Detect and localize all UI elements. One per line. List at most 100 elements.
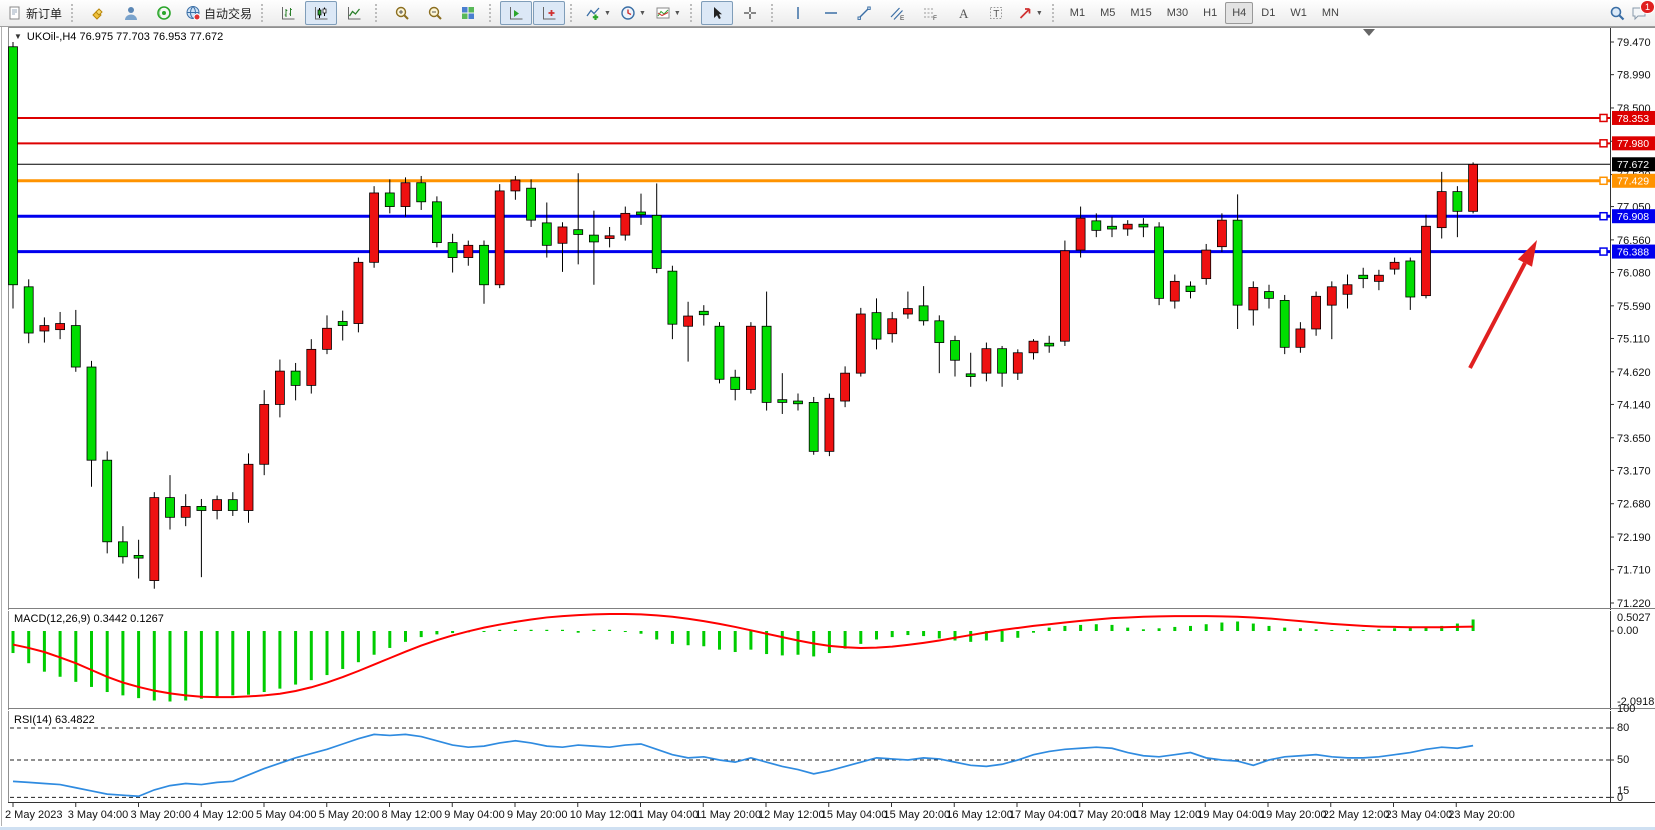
labelt-icon: T	[988, 5, 1004, 21]
toolbar-separator	[261, 4, 267, 22]
tile-windows-button[interactable]	[452, 1, 484, 25]
timeframe-button-w1[interactable]: W1	[1283, 2, 1314, 24]
chat-button[interactable]: 1	[1631, 5, 1647, 21]
svg-text:100: 100	[1617, 703, 1635, 715]
linechart-icon	[346, 5, 362, 21]
fibonacci-button[interactable]: F	[914, 1, 946, 25]
auto-scroll-button[interactable]	[500, 1, 532, 25]
svg-text:8 May 12:00: 8 May 12:00	[382, 809, 443, 821]
market-button[interactable]	[82, 1, 114, 25]
hline-marker[interactable]	[1600, 140, 1607, 147]
svg-text:18 May 12:00: 18 May 12:00	[1135, 809, 1202, 821]
toolbar: 新订单 自动交易 ▼ ▼ ▼ EFA T ▼ M1M5M15M30H1H4D1W1MN 1	[0, 0, 1655, 27]
timeframe-button-h4[interactable]: H4	[1225, 2, 1253, 24]
svg-text:23 May 04:00: 23 May 04:00	[1386, 809, 1453, 821]
gold-icon	[90, 5, 106, 21]
arrows-button[interactable]: ▼	[1013, 1, 1047, 25]
clock-icon	[620, 5, 636, 21]
svg-text:19 May 04:00: 19 May 04:00	[1197, 809, 1264, 821]
crosshair-icon	[742, 5, 758, 21]
profile-button[interactable]	[115, 1, 147, 25]
zoom-in-button[interactable]	[386, 1, 418, 25]
svg-text:15 May 20:00: 15 May 20:00	[884, 809, 951, 821]
label-button[interactable]: T	[980, 1, 1012, 25]
templates-button[interactable]: ▼	[651, 1, 685, 25]
svg-text:11 May 20:00: 11 May 20:00	[695, 809, 761, 821]
svg-text:T: T	[993, 9, 999, 20]
trendline-icon	[856, 5, 872, 21]
timeframe-button-m15[interactable]: M15	[1123, 2, 1158, 24]
text-button[interactable]: A	[947, 1, 979, 25]
svg-text:17 May 20:00: 17 May 20:00	[1072, 809, 1139, 821]
timeframe-button-h1[interactable]: H1	[1196, 2, 1224, 24]
autotrading-button[interactable]: 自动交易	[181, 1, 256, 25]
chevron-down-icon[interactable]: ▼	[604, 10, 611, 17]
chartshift-icon	[541, 5, 557, 21]
symbol-ohlc-text: UKOil-,H4 76.975 77.703 76.953 77.672	[27, 31, 223, 43]
zoomout-icon	[427, 5, 443, 21]
svg-text:16 May 12:00: 16 May 12:00	[946, 809, 1013, 821]
svg-text:77.980: 77.980	[1617, 138, 1649, 150]
svg-text:74.140: 74.140	[1617, 399, 1651, 411]
hline-icon	[823, 5, 839, 21]
vline-button[interactable]	[782, 1, 814, 25]
macd-label: MACD(12,26,9) 0.3442 0.1267	[14, 613, 164, 625]
shapes-icon	[1017, 5, 1033, 21]
hline-marker[interactable]	[1600, 177, 1607, 184]
timeframe-button-m5[interactable]: M5	[1093, 2, 1122, 24]
svg-text:76.388: 76.388	[1617, 246, 1649, 258]
toolbar-separator	[690, 4, 696, 22]
cursor-icon	[709, 5, 725, 21]
hline-button[interactable]	[815, 1, 847, 25]
signals-button[interactable]	[148, 1, 180, 25]
chevron-down-icon[interactable]: ▼	[639, 10, 646, 17]
globe-icon	[185, 5, 201, 21]
toolbar-separator	[71, 4, 77, 22]
cursor-button[interactable]	[701, 1, 733, 25]
hline-marker[interactable]	[1600, 114, 1607, 121]
svg-text:17 May 04:00: 17 May 04:00	[1009, 809, 1076, 821]
candlestick-button[interactable]	[305, 1, 337, 25]
bars-icon	[280, 5, 296, 21]
chart-canvas[interactable]: 79.47078.99078.50078.01077.52077.05076.5…	[0, 0, 1655, 830]
svg-text:50: 50	[1617, 754, 1629, 766]
channel-button[interactable]: E	[881, 1, 913, 25]
timeframe-button-mn[interactable]: MN	[1315, 2, 1346, 24]
indicators-button[interactable]: ▼	[581, 1, 615, 25]
chevron-down-icon[interactable]: ▼	[1036, 10, 1043, 17]
timeframe-button-d1[interactable]: D1	[1254, 2, 1282, 24]
chart-shift-button[interactable]	[533, 1, 565, 25]
svg-text:3 May 20:00: 3 May 20:00	[131, 809, 192, 821]
neworder-icon	[7, 5, 23, 21]
timeframe-button-m30[interactable]: M30	[1160, 2, 1195, 24]
new-order-button[interactable]: 新订单	[3, 1, 66, 25]
search-icon	[1609, 5, 1625, 21]
chart-expander-icon[interactable]: ▼	[14, 32, 22, 41]
search-button[interactable]	[1609, 5, 1625, 21]
svg-text:75.590: 75.590	[1617, 301, 1651, 313]
crosshair-button[interactable]	[734, 1, 766, 25]
line-chart-button[interactable]	[338, 1, 370, 25]
indicator-icon	[585, 5, 601, 21]
hline-marker[interactable]	[1600, 213, 1607, 220]
svg-text:9 May 04:00: 9 May 04:00	[444, 809, 505, 821]
svg-text:0: 0	[1617, 792, 1623, 804]
timeframe-button-m1[interactable]: M1	[1063, 2, 1092, 24]
svg-text:77.672: 77.672	[1617, 159, 1649, 171]
template-icon	[655, 5, 671, 21]
trendline-button[interactable]	[848, 1, 880, 25]
texta-icon: A	[955, 5, 971, 21]
toolbar-separator	[375, 4, 381, 22]
svg-text:73.650: 73.650	[1617, 433, 1651, 445]
bar-chart-button[interactable]	[272, 1, 304, 25]
periods-button[interactable]: ▼	[616, 1, 650, 25]
svg-text:0.5027: 0.5027	[1617, 612, 1651, 624]
chevron-down-icon[interactable]: ▼	[674, 10, 681, 17]
autotrading-button-label: 自动交易	[204, 5, 252, 22]
hline-marker[interactable]	[1600, 248, 1607, 255]
svg-text:80: 80	[1617, 722, 1629, 734]
svg-text:72.190: 72.190	[1617, 532, 1651, 544]
notification-badge: 1	[1640, 0, 1655, 14]
toolbar-separator	[771, 4, 777, 22]
zoom-out-button[interactable]	[419, 1, 451, 25]
